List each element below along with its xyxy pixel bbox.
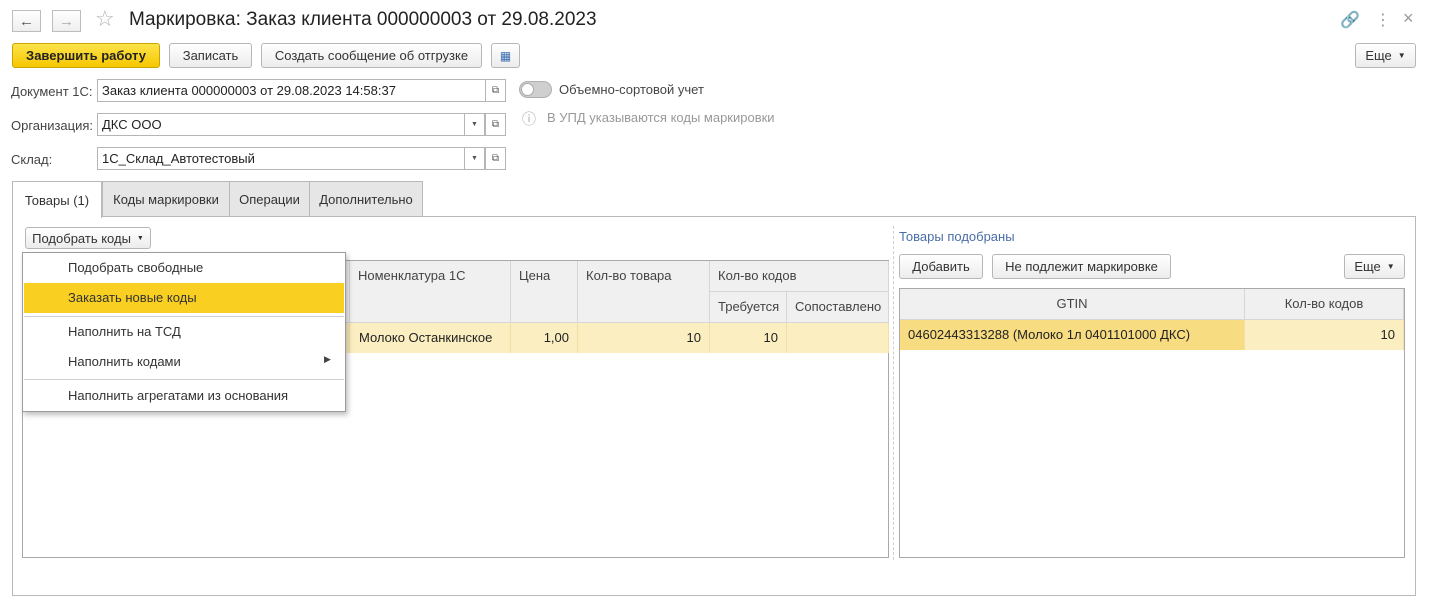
dropdown-arrow-icon: ▼ xyxy=(1386,262,1395,271)
cell-price: 1,00 xyxy=(511,323,578,353)
dropdown-arrow-icon: ▼ xyxy=(471,155,478,162)
tab-operations[interactable]: Операции xyxy=(229,181,310,217)
col-header-codes-count[interactable]: Кол-во кодов xyxy=(1245,289,1404,320)
link-icon[interactable]: 🔗 xyxy=(1340,10,1360,30)
menu-separator xyxy=(24,379,344,380)
open-icon: ⧉ xyxy=(491,153,500,164)
warehouse-open-button[interactable]: ⧉ xyxy=(485,147,506,170)
col-header-nomenclature[interactable]: Номенклатура 1С xyxy=(350,261,511,323)
info-icon: ⓘ xyxy=(522,111,536,127)
add-button[interactable]: Добавить xyxy=(899,254,983,279)
tab-goods[interactable]: Товары (1) xyxy=(12,181,102,218)
not-marked-button[interactable]: Не подлежит маркировке xyxy=(992,254,1171,279)
menu-item-pick-free[interactable]: Подобрать свободные xyxy=(24,253,344,283)
splitter[interactable] xyxy=(893,226,894,560)
back-button[interactable]: ← xyxy=(12,10,41,32)
pick-codes-menu: Подобрать свободные Заказать новые коды … xyxy=(22,252,346,412)
menu-item-fill-aggregates[interactable]: Наполнить агрегатами из основания xyxy=(24,381,344,411)
hierarchy-icon: ▦ xyxy=(499,48,512,63)
bulk-accounting-toggle[interactable] xyxy=(519,81,552,98)
more-vertical-icon[interactable]: ⋮ xyxy=(1375,10,1391,30)
right-more-button[interactable]: Еще ▼ xyxy=(1344,254,1405,279)
warehouse-label: Склад: xyxy=(11,152,53,167)
bulk-accounting-label: Объемно-сортовой учет xyxy=(559,82,704,97)
submenu-arrow-icon: ▶ xyxy=(324,354,331,364)
col-header-required[interactable]: Требуется xyxy=(710,292,787,323)
cell-matched xyxy=(787,323,889,353)
arrow-left-icon: ← xyxy=(19,12,34,30)
cell-gtin: 04602443313288 (Молоко 1л 0401101000 ДКС… xyxy=(900,320,1245,350)
dropdown-arrow-icon: ▼ xyxy=(471,121,478,128)
col-header-price[interactable]: Цена xyxy=(511,261,578,323)
finish-work-button[interactable]: Завершить работу xyxy=(12,43,160,68)
col-header-qty[interactable]: Кол-во товара xyxy=(578,261,710,323)
cell-required: 10 xyxy=(710,323,787,353)
dropdown-arrow-icon: ▼ xyxy=(136,234,144,242)
tab-additional[interactable]: Дополнительно xyxy=(309,181,423,217)
window-title: Маркировка: Заказ клиента 000000003 от 2… xyxy=(129,9,597,30)
save-button[interactable]: Записать xyxy=(169,43,252,68)
organization-open-button[interactable]: ⧉ xyxy=(485,113,506,136)
tab-marking-codes[interactable]: Коды маркировки xyxy=(102,181,230,217)
forward-button[interactable]: → xyxy=(52,10,81,32)
arrow-right-icon: → xyxy=(59,12,74,30)
pick-codes-button[interactable]: Подобрать коды ▼ xyxy=(25,227,151,249)
selected-goods-table[interactable]: GTIN Кол-во кодов 04602443313288 (Молоко… xyxy=(899,288,1405,558)
structure-button[interactable]: ▦ xyxy=(491,43,520,68)
menu-item-fill-codes[interactable]: Наполнить кодами ▶ xyxy=(24,347,344,377)
cell-codes-count: 10 xyxy=(1245,320,1404,350)
organization-dropdown-button[interactable]: ▼ xyxy=(464,113,485,136)
dropdown-arrow-icon: ▼ xyxy=(1397,51,1406,60)
close-icon[interactable]: × xyxy=(1403,8,1414,29)
organization-field[interactable]: ДКС ООО xyxy=(97,113,465,136)
document-label: Документ 1С: xyxy=(11,84,93,99)
selected-goods-heading: Товары подобраны xyxy=(899,229,1015,244)
warehouse-field[interactable]: 1С_Склад_Автотестовый xyxy=(97,147,465,170)
warehouse-dropdown-button[interactable]: ▼ xyxy=(464,147,485,170)
more-button[interactable]: Еще ▼ xyxy=(1355,43,1416,68)
col-header-matched[interactable]: Сопоставлено xyxy=(787,292,889,323)
organization-label: Организация: xyxy=(11,118,94,133)
upd-note: В УПД указываются коды маркировки xyxy=(547,110,775,125)
menu-item-order-new-codes[interactable]: Заказать новые коды xyxy=(24,283,344,313)
menu-item-fill-tsd[interactable]: Наполнить на ТСД xyxy=(24,317,344,347)
favorite-star-icon[interactable]: ☆ xyxy=(95,6,115,32)
cell-nomenclature: Молоко Останкинское xyxy=(350,323,511,353)
open-icon: ⧉ xyxy=(491,85,500,96)
open-icon: ⧉ xyxy=(491,119,500,130)
create-shipment-message-button[interactable]: Создать сообщение об отгрузке xyxy=(261,43,482,68)
col-header-codes[interactable]: Кол-во кодов xyxy=(710,261,889,292)
document-field[interactable]: Заказ клиента 000000003 от 29.08.2023 14… xyxy=(97,79,486,102)
document-open-button[interactable]: ⧉ xyxy=(485,79,506,102)
col-header-gtin[interactable]: GTIN xyxy=(900,289,1245,320)
cell-qty: 10 xyxy=(578,323,710,353)
